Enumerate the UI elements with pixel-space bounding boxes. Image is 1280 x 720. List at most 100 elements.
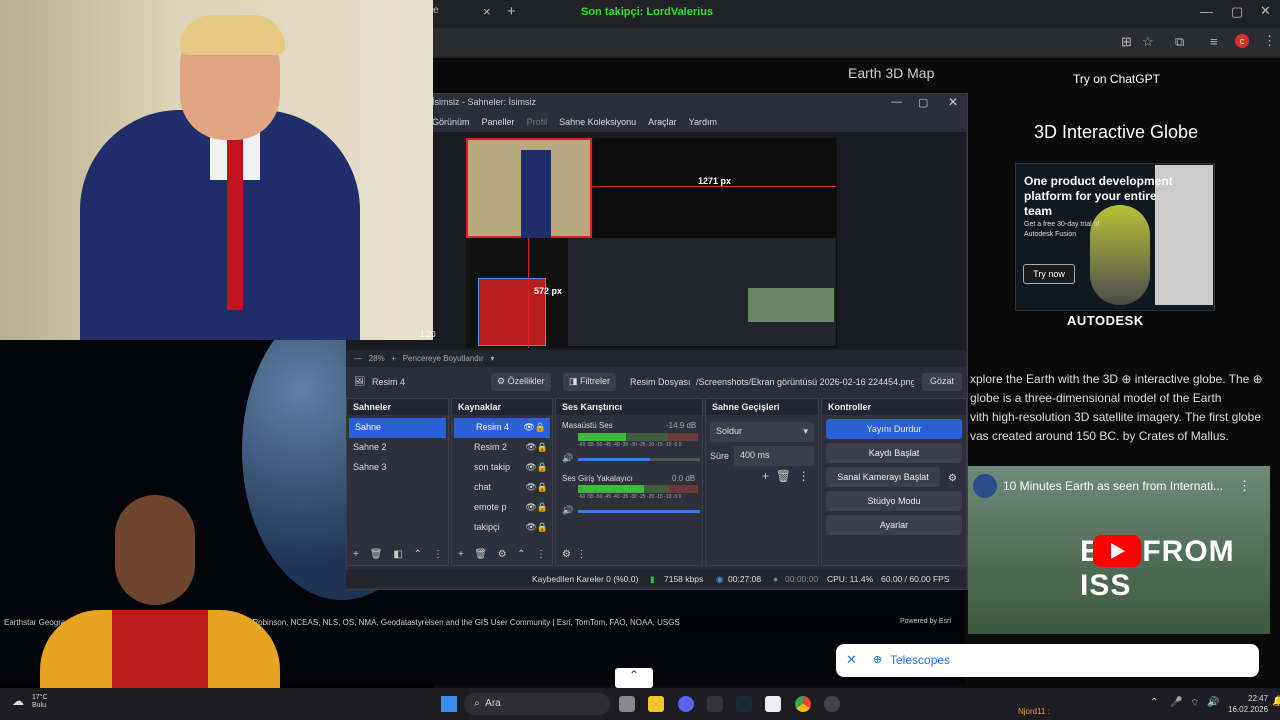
menu-profile[interactable]: Profil: [527, 117, 548, 127]
browse-button[interactable]: Gözat: [922, 373, 963, 391]
more-icon[interactable]: ⋮: [433, 549, 443, 560]
obs-preview-canvas[interactable]: 1271 px 572 px: [466, 138, 837, 348]
menu-help[interactable]: Yardım: [689, 117, 717, 127]
scene-item[interactable]: Sahne 2: [347, 438, 448, 458]
menu-view[interactable]: Görünüm: [432, 117, 470, 127]
scroll-up-chevron-icon[interactable]: ⌃: [615, 668, 653, 688]
capcut-icon[interactable]: [765, 696, 781, 712]
add-scene-icon[interactable]: +: [353, 549, 359, 560]
eye-icon[interactable]: 👁🔒: [523, 422, 546, 433]
source-item[interactable]: Resim 4 👁🔒: [454, 418, 550, 438]
scene-filter-icon[interactable]: ◧: [393, 549, 402, 560]
mic-icon[interactable]: 🎤: [1170, 697, 1182, 708]
add-icon[interactable]: +: [762, 469, 769, 483]
reading-list-icon[interactable]: ≡: [1210, 34, 1218, 49]
zoom-dropdown-icon[interactable]: ▾: [490, 354, 494, 363]
new-tab-icon[interactable]: +: [507, 3, 516, 20]
advanced-audio-icon[interactable]: ⚙: [562, 549, 571, 560]
source-item[interactable]: son takip 👁🔒: [452, 458, 552, 478]
menu-docks[interactable]: Paneller: [482, 117, 515, 127]
eye-icon[interactable]: 👁🔒: [525, 502, 548, 513]
steam-icon[interactable]: [736, 696, 752, 712]
properties-button[interactable]: ⚙ Özellikler: [491, 373, 551, 391]
bookmark-star-icon[interactable]: ☆: [1142, 34, 1154, 50]
virtual-camera-button[interactable]: Sanal Kamerayı Başlat: [826, 467, 940, 487]
ad-try-now-button[interactable]: Try now: [1023, 264, 1075, 284]
more-icon[interactable]: ⋮: [536, 549, 546, 560]
stop-stream-button[interactable]: Yayını Durdur: [826, 419, 962, 439]
move-up-icon[interactable]: ⌃: [517, 549, 525, 560]
notification-bell-icon[interactable]: 🔔: [1272, 696, 1280, 707]
source-item[interactable]: emote p 👁🔒: [452, 498, 552, 518]
volume-icon[interactable]: 🔊: [1207, 697, 1219, 708]
maximize-icon[interactable]: ▢: [1231, 4, 1243, 20]
weather-icon[interactable]: ☁: [12, 694, 24, 708]
chrome-icon[interactable]: [795, 696, 811, 712]
task-view-icon[interactable]: [619, 696, 635, 712]
source-item[interactable]: chat 👁🔒: [452, 478, 552, 498]
extensions-icon[interactable]: ⧉: [1175, 34, 1184, 50]
scene-item[interactable]: Sahne: [349, 418, 446, 438]
wifi-icon[interactable]: ⌔: [1190, 697, 1199, 710]
settings-button[interactable]: Ayarlar: [826, 515, 962, 535]
delete-icon[interactable]: 🗑: [776, 469, 791, 483]
powered-by-esri[interactable]: Powered by Esri: [900, 618, 951, 625]
close-icon[interactable]: ✕: [846, 652, 857, 668]
eye-icon[interactable]: 👁🔒: [525, 522, 548, 533]
more-icon[interactable]: ⋮: [577, 549, 587, 560]
studio-mode-button[interactable]: Stüdyo Modu: [826, 491, 962, 511]
eye-icon[interactable]: 👁🔒: [525, 462, 548, 473]
eye-icon[interactable]: 👁🔒: [525, 442, 548, 453]
volume-slider-fill[interactable]: [578, 510, 700, 513]
try-chatgpt-link[interactable]: Try on ChatGPT: [1073, 72, 1160, 86]
speaker-icon[interactable]: 🔊: [562, 505, 573, 516]
add-source-icon[interactable]: +: [458, 549, 464, 560]
eye-icon[interactable]: 👁🔒: [525, 482, 548, 493]
image-path-field[interactable]: /Screenshots/Ekran görüntüsü 2026-02-16 …: [696, 377, 914, 387]
obs-close-icon[interactable]: ✕: [948, 95, 958, 109]
taskbar-search[interactable]: ⌕ Ara: [464, 693, 610, 715]
delete-scene-icon[interactable]: 🗑: [370, 549, 383, 560]
source-item[interactable]: takipçi 👁🔒: [452, 518, 552, 538]
scene-item[interactable]: Sahne 3: [347, 458, 448, 478]
search-suggestion-pill[interactable]: ✕ ⊕ Telescopes: [836, 644, 1259, 677]
delete-source-icon[interactable]: 🗑: [474, 549, 487, 560]
video-title[interactable]: 10 Minutes Earth as seen from Internati.…: [1003, 479, 1223, 493]
speaker-icon[interactable]: 🔊: [562, 453, 573, 464]
channel-avatar[interactable]: [973, 474, 997, 498]
windows-start-icon[interactable]: [441, 696, 457, 712]
close-window-icon[interactable]: ✕: [1260, 3, 1271, 19]
minimize-icon[interactable]: —: [1200, 4, 1213, 19]
profile-avatar[interactable]: c: [1235, 34, 1249, 48]
move-up-icon[interactable]: ⌃: [414, 549, 422, 560]
source-settings-icon[interactable]: ⚙: [498, 549, 507, 560]
discord-icon[interactable]: [678, 696, 694, 712]
menu-scene-collection[interactable]: Sahne Koleksiyonu: [559, 117, 636, 127]
translate-icon[interactable]: ⊞: [1121, 34, 1132, 50]
obs-icon[interactable]: [824, 696, 840, 712]
tray-chevron-icon[interactable]: ⌃: [1150, 697, 1158, 708]
search-suggestion-text[interactable]: Telescopes: [890, 653, 950, 667]
zoom-out-icon[interactable]: —: [354, 354, 362, 363]
transition-select[interactable]: Soldur ▾: [710, 422, 814, 442]
zoom-in-icon[interactable]: +: [391, 354, 396, 363]
epic-games-icon[interactable]: [707, 696, 723, 712]
tab-end[interactable]: e: [433, 5, 439, 16]
obs-maximize-icon[interactable]: ▢: [918, 96, 928, 109]
start-record-button[interactable]: Kaydı Başlat: [826, 443, 962, 463]
clock[interactable]: 22:47 16.02.2026: [1228, 693, 1268, 715]
zoom-fit-button[interactable]: Pencereye Boyutlandır: [403, 354, 484, 363]
source-item[interactable]: Resim 2 👁🔒: [452, 438, 552, 458]
virtual-camera-settings-gear-icon[interactable]: ⚙: [948, 473, 957, 484]
chrome-menu-icon[interactable]: ⋮: [1263, 33, 1276, 49]
filters-button[interactable]: ◨ Filtreler: [563, 373, 617, 391]
volume-slider-track[interactable]: [650, 458, 700, 461]
more-icon[interactable]: ⋮: [798, 469, 810, 483]
file-explorer-icon[interactable]: [648, 696, 664, 712]
video-menu-icon[interactable]: ⋮: [1238, 478, 1251, 494]
menu-tools[interactable]: Araçlar: [648, 117, 677, 127]
earth3d-title[interactable]: Earth 3D Map: [848, 65, 934, 81]
obs-minimize-icon[interactable]: —: [891, 96, 902, 108]
duration-field[interactable]: 400 ms: [734, 446, 814, 466]
close-tab-icon[interactable]: ×: [483, 4, 491, 19]
